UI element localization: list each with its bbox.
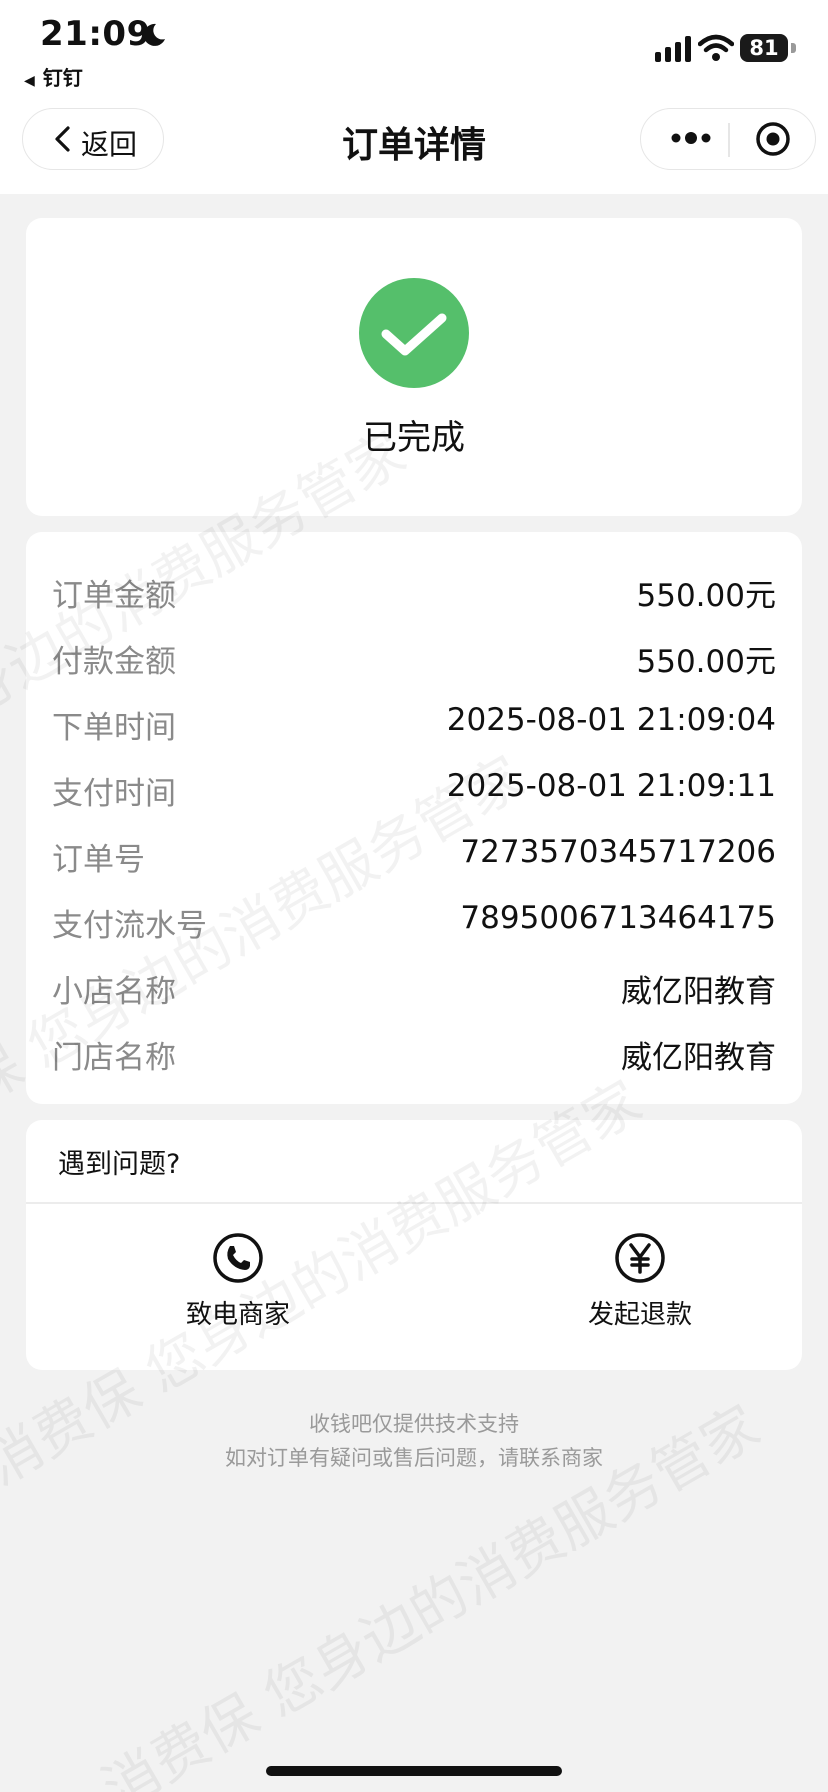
detail-value: 550.00元 <box>636 578 776 614</box>
detail-value: 威亿阳教育 <box>621 1040 776 1076</box>
help-title: 遇到问题? <box>58 1149 181 1180</box>
detail-label: 下单时间 <box>52 710 176 746</box>
detail-label: 小店名称 <box>52 974 176 1010</box>
footer-support-text: 收钱吧仅提供技术支持 <box>309 1412 519 1436</box>
more-icon[interactable] <box>669 123 713 153</box>
detail-row: 支付时间 2025-08-01 21:09:11 <box>52 768 776 812</box>
detail-value: 7895006713464175 <box>460 900 776 936</box>
detail-value: 550.00元 <box>636 644 776 680</box>
help-divider <box>26 1202 802 1204</box>
help-card: 遇到问题? 致电商家 发起退款 <box>26 1120 802 1370</box>
status-time: 21:09 <box>40 14 151 54</box>
detail-value: 威亿阳教育 <box>621 974 776 1010</box>
detail-label: 门店名称 <box>52 1040 176 1076</box>
request-refund-button[interactable]: 发起退款 <box>530 1232 750 1342</box>
detail-label: 订单金额 <box>52 578 176 614</box>
moon-icon <box>143 23 165 46</box>
back-to-app-link[interactable]: ◀ 钉钉 <box>24 62 83 91</box>
call-merchant-button[interactable]: 致电商家 <box>128 1232 348 1342</box>
wifi-icon <box>698 34 734 61</box>
battery-level: 81 <box>740 34 788 62</box>
yuan-icon <box>615 1233 665 1283</box>
check-icon <box>359 278 469 388</box>
battery-tip <box>791 43 796 53</box>
back-app-label: 钉钉 <box>42 66 83 90</box>
order-status-text: 已完成 <box>363 418 465 458</box>
detail-row: 付款金额 550.00元 <box>52 636 776 680</box>
detail-row: 订单金额 550.00元 <box>52 570 776 614</box>
capsule-divider <box>728 123 730 157</box>
detail-value: 7273570345717206 <box>460 834 776 870</box>
detail-label: 订单号 <box>52 842 145 878</box>
detail-label: 付款金额 <box>52 644 176 680</box>
detail-row: 小店名称 威亿阳教育 <box>52 966 776 1010</box>
detail-label: 支付流水号 <box>52 908 207 944</box>
mini-program-capsule <box>640 108 816 170</box>
target-icon[interactable] <box>755 121 791 157</box>
order-status-card: 已完成 <box>26 218 802 516</box>
detail-label: 支付时间 <box>52 776 176 812</box>
home-indicator[interactable] <box>266 1766 562 1776</box>
detail-value: 2025-08-01 21:09:04 <box>446 702 776 738</box>
phone-icon <box>213 1233 263 1283</box>
back-triangle-icon: ◀ <box>24 73 35 89</box>
signal-icon <box>655 36 691 62</box>
battery-icon: 81 <box>740 34 796 62</box>
detail-row: 门店名称 威亿阳教育 <box>52 1032 776 1076</box>
detail-value: 2025-08-01 21:09:11 <box>446 768 776 804</box>
detail-row: 支付流水号 7895006713464175 <box>52 900 776 944</box>
detail-row: 订单号 7273570345717206 <box>52 834 776 878</box>
header: 21:09 ◀ 钉钉 81 返回 订单详情 <box>0 0 828 194</box>
detail-row: 下单时间 2025-08-01 21:09:04 <box>52 702 776 746</box>
call-merchant-label: 致电商家 <box>185 1300 290 1330</box>
request-refund-label: 发起退款 <box>587 1300 692 1330</box>
footer-contact-text: 如对订单有疑问或售后问题，请联系商家 <box>225 1446 603 1470</box>
order-details-card: 订单金额 550.00元 付款金额 550.00元 下单时间 2025-08-0… <box>26 532 802 1104</box>
